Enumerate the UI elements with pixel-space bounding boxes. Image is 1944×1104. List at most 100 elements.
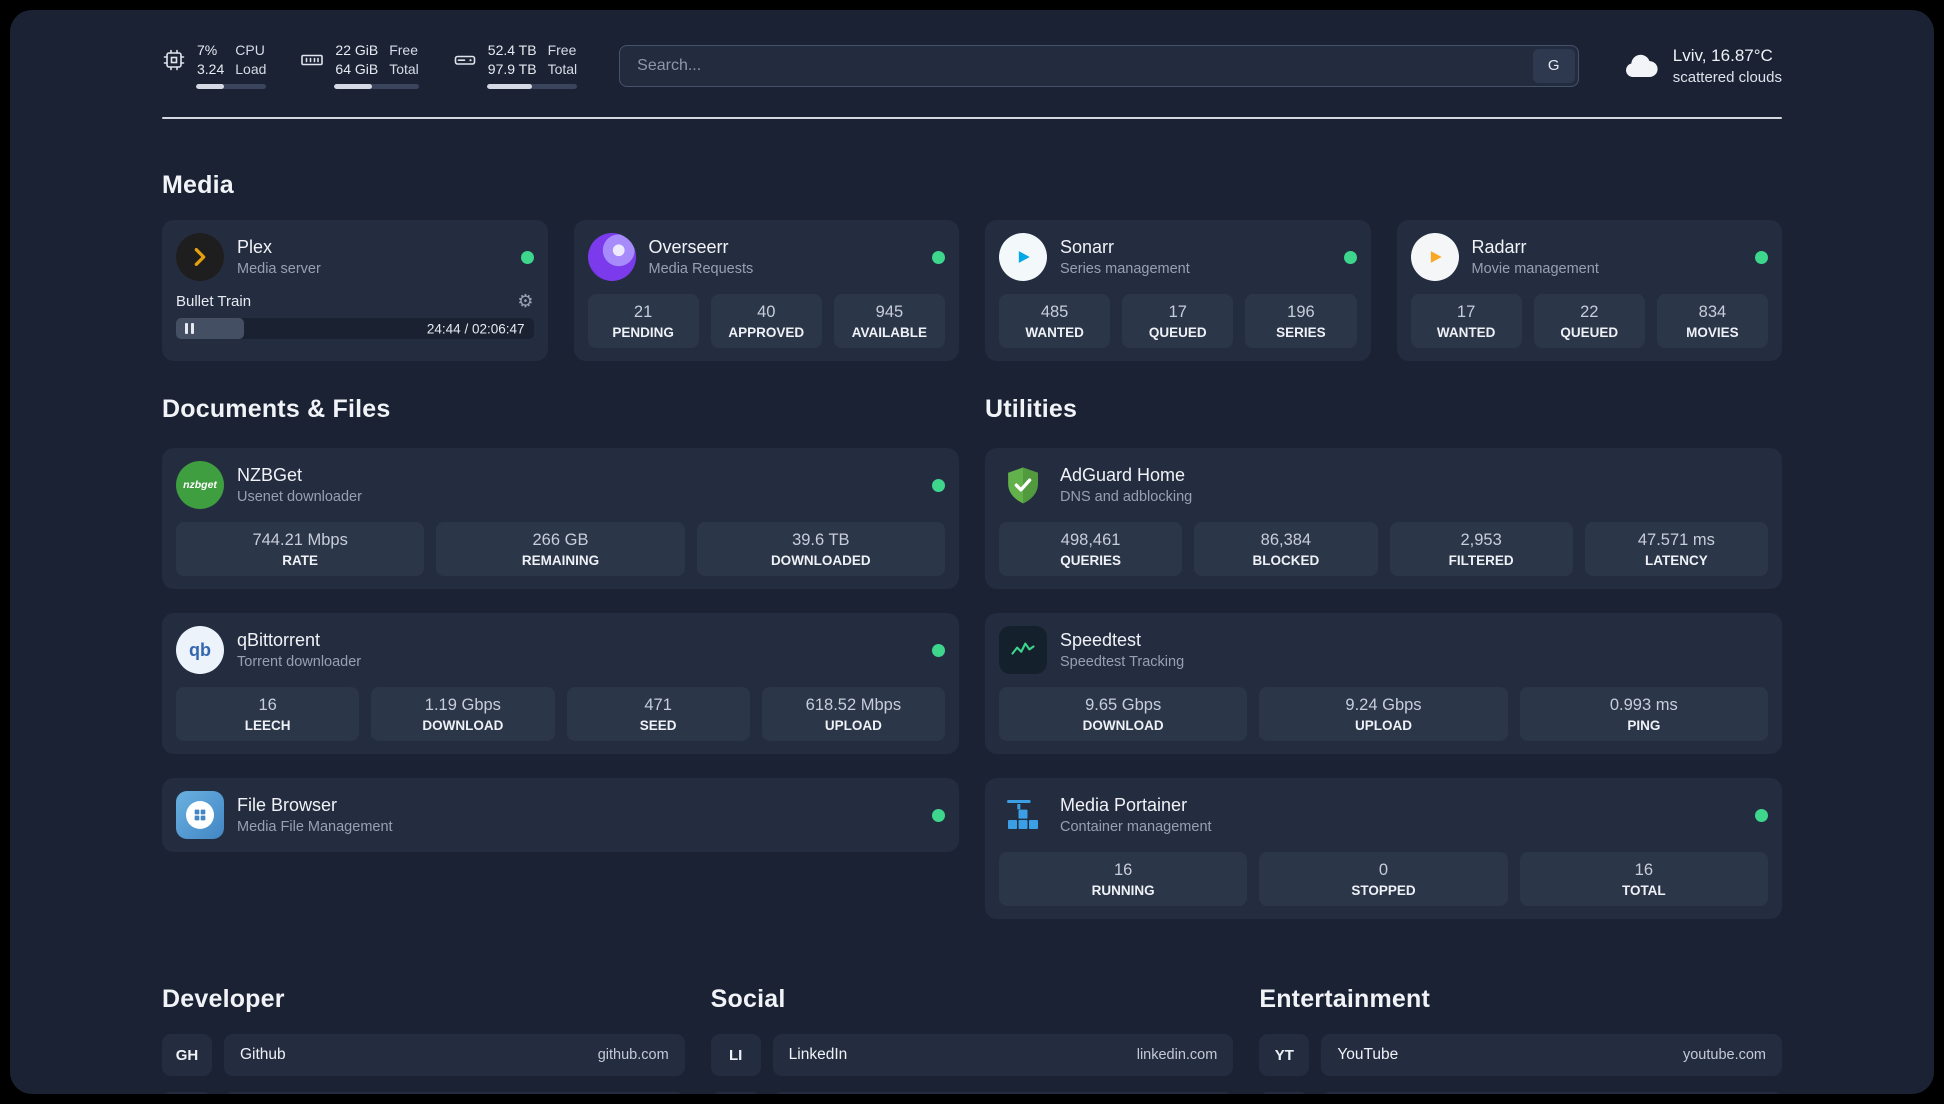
sonarr-icon xyxy=(999,233,1047,282)
ram-monitor: 22 GiB 64 GiB Free Total xyxy=(300,42,419,90)
stat-value: 0 xyxy=(1378,861,1389,880)
speedtest-icon xyxy=(999,626,1047,675)
app-card-plex[interactable]: Plex Media server Bullet Train ⚙ 24:44 /… xyxy=(162,220,548,362)
search-input[interactable] xyxy=(623,56,1533,75)
stat-value: 9.65 Gbps xyxy=(1085,696,1162,715)
stat-value: 744.21 Mbps xyxy=(252,531,348,550)
app-name: Overseerr xyxy=(648,237,729,258)
stat-value: 40 xyxy=(757,303,776,322)
status-dot xyxy=(520,250,534,264)
app-subtitle: Media server xyxy=(237,261,321,278)
app-card-filebrowser[interactable]: File Browser Media File Management xyxy=(162,778,959,853)
cpu-monitor: 7% 3.24 CPU Load xyxy=(162,42,267,90)
now-playing-title: Bullet Train xyxy=(176,292,252,310)
section-title-utilities: Utilities xyxy=(985,395,1078,424)
stat-label: WANTED xyxy=(1025,325,1084,341)
app-card-adguard[interactable]: AdGuard Home DNS and adblocking 498,461 … xyxy=(985,448,1782,590)
gear-icon[interactable]: ⚙ xyxy=(517,292,533,310)
stat-value: 17 xyxy=(1456,303,1476,322)
stat-tile: 485 WANTED xyxy=(999,294,1111,349)
app-subtitle: Container management xyxy=(1060,819,1212,836)
status-dot xyxy=(1755,808,1768,822)
github-icon: GH xyxy=(162,1034,212,1077)
stat-label: APPROVED xyxy=(728,325,805,341)
app-card-overseerr[interactable]: Overseerr Media Requests 21 PENDING 40 A… xyxy=(573,220,959,362)
stat-label: UPLOAD xyxy=(1354,718,1412,734)
stat-value: 618.52 Mbps xyxy=(805,696,902,715)
app-subtitle: Usenet downloader xyxy=(237,489,362,506)
cpu-icon xyxy=(162,48,186,72)
netflix-icon: NF xyxy=(1259,1092,1310,1094)
app-card-nzbget[interactable]: nzbget NZBGet Usenet downloader 744.21 M… xyxy=(162,448,959,590)
stat-value: 16 xyxy=(1113,861,1133,880)
stat-label: DOWNLOADED xyxy=(770,553,871,569)
cpu-load-label: Load xyxy=(235,61,267,78)
app-card-portainer[interactable]: Media Portainer Container management 16 … xyxy=(985,778,1782,920)
status-dot xyxy=(1755,250,1768,264)
nzbget-icon: nzbget xyxy=(176,461,224,510)
status-dot xyxy=(932,808,945,822)
bookmark-url: linkedin.com xyxy=(1136,1047,1218,1064)
app-name: Radarr xyxy=(1471,237,1527,258)
stat-tile: 834 MOVIES xyxy=(1656,294,1769,349)
stat-tile: 266 GB REMAINING xyxy=(436,522,685,577)
status-dot xyxy=(932,643,945,657)
stat-value: 498,461 xyxy=(1060,531,1121,550)
cpu-percent: 7% xyxy=(197,42,218,58)
stat-value: 945 xyxy=(875,303,904,322)
stat-value: 471 xyxy=(644,696,672,715)
app-card-sonarr[interactable]: Sonarr Series management 485 WANTED 17 Q… xyxy=(985,220,1371,362)
radarr-icon xyxy=(1410,233,1459,282)
ram-free-label: Free xyxy=(389,42,419,58)
weather-widget[interactable]: Lviv, 16.87°C scattered clouds xyxy=(1621,46,1782,86)
filebrowser-icon xyxy=(176,791,224,840)
bookmark-github[interactable]: GH Github github.com xyxy=(162,1034,685,1077)
stat-tile: 196 SERIES xyxy=(1245,294,1357,349)
app-name: qBittorrent xyxy=(237,630,321,651)
search-bar: G xyxy=(619,44,1579,87)
bookmark-linkedin[interactable]: LI LinkedIn linkedin.com xyxy=(710,1034,1234,1077)
app-subtitle: DNS and adblocking xyxy=(1060,489,1193,506)
stat-label: WANTED xyxy=(1436,325,1496,341)
ram-usage-bar xyxy=(334,84,419,90)
overseerr-icon xyxy=(587,233,636,282)
stat-label: LATENCY xyxy=(1645,553,1708,569)
bookmark-netflix[interactable]: NF Netflix netflix.com xyxy=(1259,1092,1782,1094)
pause-icon[interactable] xyxy=(185,323,194,335)
app-card-radarr[interactable]: Radarr Movie management 17 WANTED 22 QUE… xyxy=(1396,220,1782,362)
stat-label: BLOCKED xyxy=(1252,553,1320,569)
stat-value: 0.993 ms xyxy=(1609,696,1678,715)
ram-icon xyxy=(300,48,324,72)
adguard-icon xyxy=(999,461,1047,509)
stat-value: 266 GB xyxy=(532,531,589,550)
stat-tile: 39.6 TB DOWNLOADED xyxy=(696,522,945,577)
app-card-qbittorrent[interactable]: qb qBittorrent Torrent downloader 16 LEE… xyxy=(162,613,959,755)
bookmarks-entertainment: Entertainment YT YouTube youtube.com NF … xyxy=(1259,985,1782,1094)
bookmark-youtube[interactable]: YT YouTube youtube.com xyxy=(1259,1034,1782,1077)
disk-usage-bar xyxy=(486,84,578,90)
stat-value: 47.571 ms xyxy=(1637,531,1715,550)
stat-label: PING xyxy=(1627,718,1661,734)
utilities-column: Utilities AdGuard Home DNS and adblockin… xyxy=(985,361,1782,920)
stat-label: MOVIES xyxy=(1686,325,1739,341)
bookmarks-developer: Developer GH Github github.com SO StackO… xyxy=(162,985,685,1094)
stat-value: 16 xyxy=(258,696,277,715)
ram-total-label: Total xyxy=(389,61,419,78)
playback-progress-bar[interactable]: 24:44 / 02:06:47 xyxy=(176,318,534,340)
stat-tile: 22 QUEUED xyxy=(1533,294,1645,349)
app-card-speedtest[interactable]: Speedtest Speedtest Tracking 9.65 Gbps D… xyxy=(985,613,1782,755)
stat-value: 834 xyxy=(1698,303,1727,322)
stat-label: AVAILABLE xyxy=(851,325,928,341)
app-name: Media Portainer xyxy=(1060,795,1188,816)
stat-tile: 21 PENDING xyxy=(587,294,699,349)
search-engine-button[interactable]: G xyxy=(1532,48,1575,83)
cpu-label: CPU xyxy=(235,42,265,58)
media-grid: Plex Media server Bullet Train ⚙ 24:44 /… xyxy=(162,220,1782,362)
stat-label: SERIES xyxy=(1276,325,1326,341)
bookmark-stackoverflow[interactable]: SO StackOverflow stackoverflow.com xyxy=(162,1092,685,1094)
middle-columns: Documents & Files nzbget NZBGet Usenet d… xyxy=(162,361,1782,920)
section-title-media: Media xyxy=(162,171,234,200)
header-divider xyxy=(162,117,1782,120)
stat-label: PENDING xyxy=(612,325,674,341)
bookmark-twitter[interactable]: TW Twitter twitter.com xyxy=(710,1092,1234,1094)
